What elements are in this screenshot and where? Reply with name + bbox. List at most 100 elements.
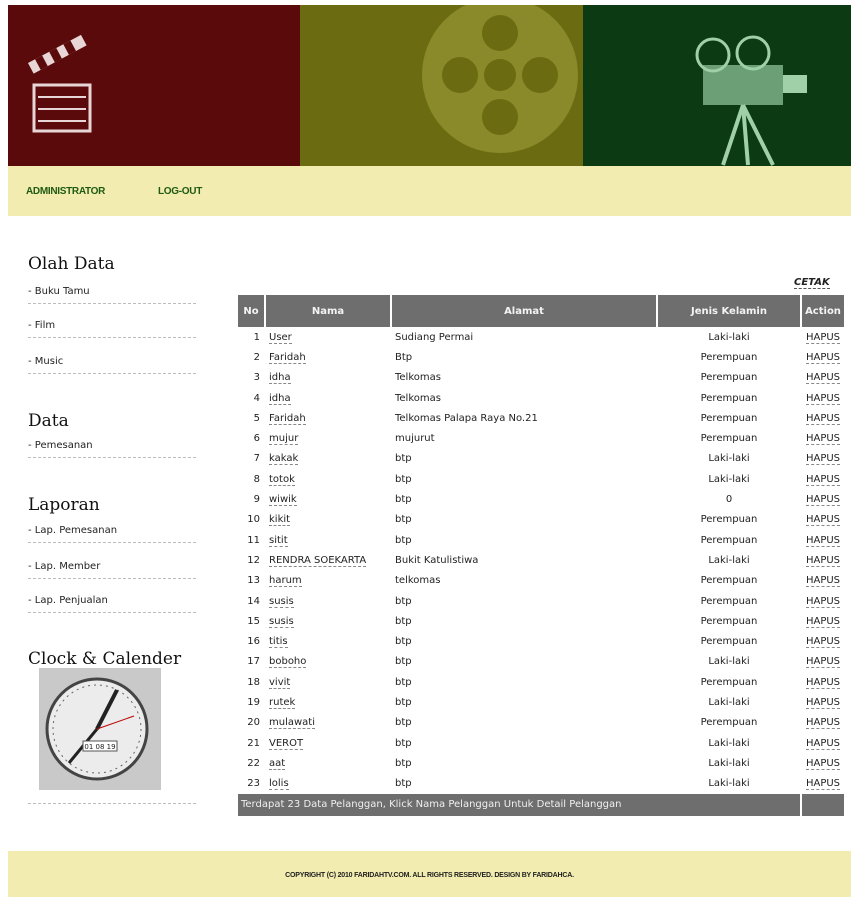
customer-name-link[interactable]: harum	[269, 575, 302, 588]
customer-name-link[interactable]: sitit	[269, 534, 288, 547]
cell-action: HAPUS	[802, 530, 844, 550]
sidebar-item-lap-penjualan[interactable]: - Lap. Penjualan	[28, 595, 196, 613]
row-jenis-kelamin: Laki-laki	[708, 656, 750, 668]
cell-alamat: btp	[392, 713, 656, 733]
cell-nama: harum	[266, 571, 390, 591]
sidebar-item-buku-tamu[interactable]: - Buku Tamu	[28, 286, 196, 304]
hapus-button[interactable]: HAPUS	[805, 514, 841, 527]
cell-alamat: Telkomas Palapa Raya No.21	[392, 408, 656, 428]
customer-name-link[interactable]: susis	[269, 595, 294, 608]
cell-action: HAPUS	[802, 408, 844, 428]
customer-name-link[interactable]: lolis	[269, 778, 289, 791]
cetak-print-link[interactable]: CETAK	[794, 277, 830, 289]
sidebar-item-lap-pemesanan[interactable]: - Lap. Pemesanan	[28, 525, 196, 543]
hapus-button[interactable]: HAPUS	[805, 757, 841, 770]
sidebar-title-data: Data	[28, 411, 69, 431]
hapus-button[interactable]: HAPUS	[805, 331, 841, 344]
customer-name-link[interactable]: VEROT	[269, 737, 304, 750]
customer-name-link[interactable]: totok	[269, 473, 295, 486]
customer-name-link[interactable]: Faridah	[269, 351, 306, 364]
sidebar-item-film[interactable]: - Film	[28, 320, 196, 338]
sidebar-item-lap-member[interactable]: - Lap. Member	[28, 561, 196, 579]
copyright-text: COPYRIGHT (C) 2010 FARIDAHTV.COM. ALL RI…	[285, 872, 574, 879]
cell-no: 4	[238, 388, 264, 408]
hapus-button[interactable]: HAPUS	[805, 554, 841, 567]
nav-logout-link[interactable]: LOG-OUT	[158, 186, 202, 197]
hapus-button[interactable]: HAPUS	[805, 372, 841, 385]
hapus-button[interactable]: HAPUS	[805, 656, 841, 669]
cell-action: HAPUS	[802, 428, 844, 448]
hapus-button[interactable]: HAPUS	[805, 392, 841, 405]
cell-action: HAPUS	[802, 489, 844, 509]
cell-action: HAPUS	[802, 672, 844, 692]
customer-name-link[interactable]: aat	[269, 757, 286, 770]
hapus-button[interactable]: HAPUS	[805, 473, 841, 486]
table-row: 14 susis btp Perempuan HAPUS	[238, 591, 844, 611]
hapus-button[interactable]: HAPUS	[805, 717, 841, 730]
clock-date-text: 01 08 19	[84, 743, 115, 751]
row-no: 20	[247, 717, 260, 729]
sidebar-item-music[interactable]: - Music	[28, 356, 196, 374]
sidebar-item-pemesanan[interactable]: - Pemesanan	[28, 440, 196, 458]
customer-name-link[interactable]: kakak	[269, 453, 299, 466]
row-jenis-kelamin: Perempuan	[700, 676, 758, 688]
hapus-button[interactable]: HAPUS	[805, 534, 841, 547]
row-alamat: btp	[395, 615, 412, 627]
cell-nama: idha	[266, 388, 390, 408]
cell-nama: RENDRA SOEKARTA	[266, 550, 390, 570]
hapus-button[interactable]: HAPUS	[805, 696, 841, 709]
hapus-button[interactable]: HAPUS	[805, 676, 841, 689]
cell-jenis-kelamin: Perempuan	[658, 347, 800, 367]
cell-jenis-kelamin: Perempuan	[658, 368, 800, 388]
customer-name-link[interactable]: boboho	[269, 656, 307, 669]
hapus-button[interactable]: HAPUS	[805, 575, 841, 588]
table-summary-text: Terdapat 23 Data Pelanggan, Klick Nama P…	[238, 793, 800, 816]
hapus-button[interactable]: HAPUS	[805, 595, 841, 608]
table-row: 17 boboho btp Laki-laki HAPUS	[238, 652, 844, 672]
customer-name-link[interactable]: idha	[269, 372, 291, 385]
customer-name-link[interactable]: rutek	[269, 696, 296, 709]
cell-action: HAPUS	[802, 510, 844, 530]
cell-no: 5	[238, 408, 264, 428]
cell-jenis-kelamin: Perempuan	[658, 631, 800, 651]
cell-action: HAPUS	[802, 449, 844, 469]
hapus-button[interactable]: HAPUS	[805, 453, 841, 466]
customer-name-link[interactable]: Faridah	[269, 412, 306, 425]
cell-action: HAPUS	[802, 611, 844, 631]
hapus-button[interactable]: HAPUS	[805, 412, 841, 425]
customer-name-link[interactable]: vivit	[269, 676, 291, 689]
row-no: 11	[247, 534, 260, 546]
customer-name-link[interactable]: wiwik	[269, 494, 297, 507]
row-alamat: btp	[395, 494, 412, 506]
hapus-button[interactable]: HAPUS	[805, 351, 841, 364]
customer-name-link[interactable]: susis	[269, 615, 294, 628]
hapus-button[interactable]: HAPUS	[805, 778, 841, 791]
row-jenis-kelamin: 0	[725, 494, 733, 506]
customer-name-link[interactable]: idha	[269, 392, 291, 405]
cell-action: HAPUS	[802, 469, 844, 489]
cell-alamat: btp	[392, 692, 656, 712]
row-alamat: Bukit Katulistiwa	[395, 554, 479, 566]
customer-name-link[interactable]: User	[269, 331, 292, 344]
hapus-button[interactable]: HAPUS	[805, 433, 841, 446]
row-alamat: btp	[395, 717, 412, 729]
table-row: 6 mujur mujurut Perempuan HAPUS	[238, 428, 844, 448]
sidebar-title-clock: Clock & Calender	[28, 649, 182, 669]
cell-action: HAPUS	[802, 753, 844, 773]
banner-panel-red	[8, 5, 300, 166]
nav-administrator-link[interactable]: ADMINISTRATOR	[26, 186, 105, 197]
row-alamat: btp	[395, 534, 412, 546]
hapus-button[interactable]: HAPUS	[805, 615, 841, 628]
customer-name-link[interactable]: mujur	[269, 433, 299, 446]
col-header-action: Action	[802, 295, 844, 327]
customer-name-link[interactable]: titis	[269, 636, 288, 649]
customer-name-link[interactable]: kikit	[269, 514, 291, 527]
cell-jenis-kelamin: Laki-laki	[658, 327, 800, 347]
hapus-button[interactable]: HAPUS	[805, 494, 841, 507]
col-header-jenis-kelamin: Jenis Kelamin	[658, 295, 800, 327]
cell-alamat: btp	[392, 591, 656, 611]
hapus-button[interactable]: HAPUS	[805, 737, 841, 750]
hapus-button[interactable]: HAPUS	[805, 636, 841, 649]
customer-name-link[interactable]: RENDRA SOEKARTA	[269, 554, 367, 567]
customer-name-link[interactable]: mulawati	[269, 717, 315, 730]
